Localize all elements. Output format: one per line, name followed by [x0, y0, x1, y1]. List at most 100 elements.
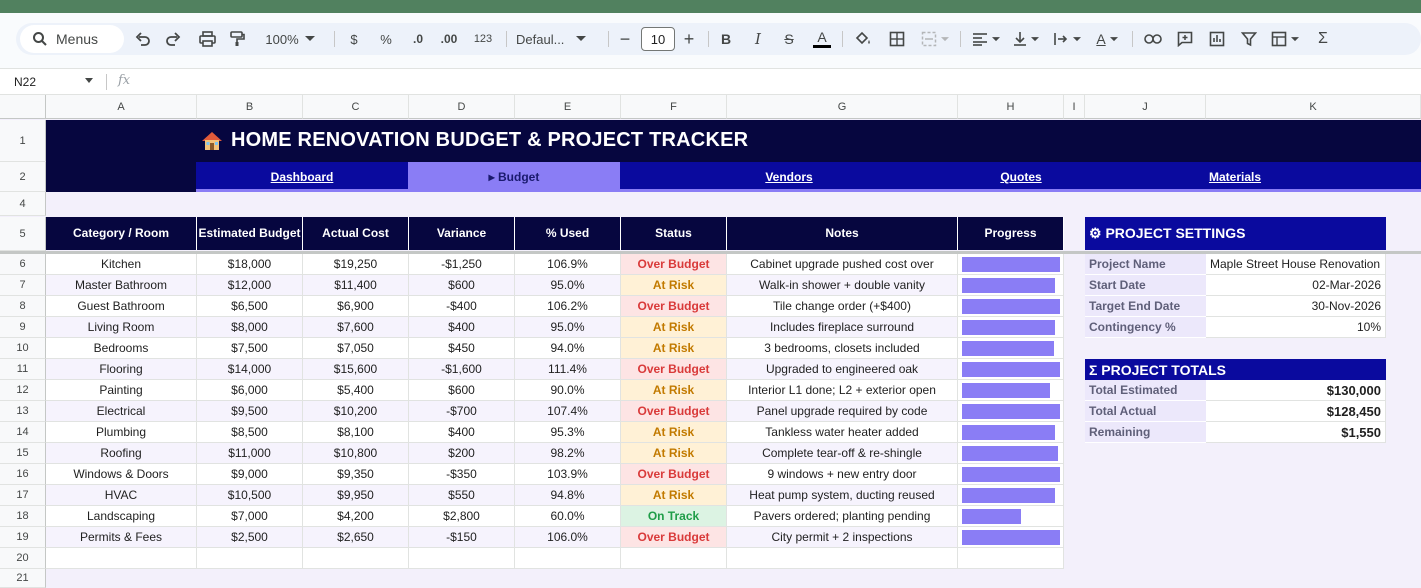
- row-header[interactable]: 14: [0, 422, 46, 443]
- nav-link-materials[interactable]: Materials: [1084, 162, 1386, 192]
- cell-notes[interactable]: 3 bedrooms, closets included: [727, 338, 958, 359]
- cell-estimated[interactable]: $14,000: [197, 359, 303, 380]
- cell-category[interactable]: Bedrooms: [46, 338, 197, 359]
- row-header[interactable]: 2: [0, 162, 46, 192]
- cell-category[interactable]: Kitchen: [46, 254, 197, 275]
- cell-notes[interactable]: Tankless water heater added: [727, 422, 958, 443]
- cell-actual[interactable]: $4,200: [303, 506, 409, 527]
- cell-estimated[interactable]: $2,500: [197, 527, 303, 548]
- currency-format-button[interactable]: $: [344, 23, 364, 55]
- cell-status[interactable]: Over Budget: [621, 401, 727, 422]
- cell-status[interactable]: At Risk: [621, 422, 727, 443]
- sheet-grid[interactable]: HOME RENOVATION BUDGET & PROJECT TRACKER…: [0, 95, 1421, 588]
- cell-actual[interactable]: $10,800: [303, 443, 409, 464]
- column-header[interactable]: D: [409, 95, 515, 119]
- cell-actual[interactable]: $2,650: [303, 527, 409, 548]
- cell-category[interactable]: Master Bathroom: [46, 275, 197, 296]
- row-header[interactable]: 1: [0, 120, 46, 162]
- cell-actual[interactable]: $9,950: [303, 485, 409, 506]
- cell-notes[interactable]: Panel upgrade required by code: [727, 401, 958, 422]
- cell-used[interactable]: 90.0%: [515, 380, 621, 401]
- cell-used[interactable]: 107.4%: [515, 401, 621, 422]
- nav-link-vendors[interactable]: Vendors: [620, 162, 958, 192]
- cell-actual[interactable]: $10,200: [303, 401, 409, 422]
- number-format-button[interactable]: 123: [470, 23, 496, 55]
- settings-value[interactable]: 10%: [1206, 317, 1386, 338]
- cell-actual[interactable]: $7,600: [303, 317, 409, 338]
- cell-actual[interactable]: $5,400: [303, 380, 409, 401]
- cell-notes[interactable]: Interior L1 done; L2 + exterior open: [727, 380, 958, 401]
- cell-estimated[interactable]: $12,000: [197, 275, 303, 296]
- cell-status[interactable]: Over Budget: [621, 527, 727, 548]
- cell-used[interactable]: 103.9%: [515, 464, 621, 485]
- cell-estimated[interactable]: $6,500: [197, 296, 303, 317]
- cell-progress[interactable]: [958, 275, 1064, 296]
- cell-used[interactable]: 95.3%: [515, 422, 621, 443]
- cell-variance[interactable]: -$400: [409, 296, 515, 317]
- decrease-decimal-button[interactable]: .0: [406, 23, 430, 55]
- cell-status[interactable]: At Risk: [621, 275, 727, 296]
- cell-estimated[interactable]: $7,000: [197, 506, 303, 527]
- cell-actual[interactable]: $8,100: [303, 422, 409, 443]
- cell-actual[interactable]: $11,400: [303, 275, 409, 296]
- cell-status[interactable]: Over Budget: [621, 359, 727, 380]
- cell-variance[interactable]: -$350: [409, 464, 515, 485]
- cell-category[interactable]: Windows & Doors: [46, 464, 197, 485]
- cell-variance[interactable]: $2,800: [409, 506, 515, 527]
- column-header[interactable]: G: [727, 95, 958, 119]
- cell-empty[interactable]: [409, 548, 515, 569]
- strikethrough-icon[interactable]: S: [778, 23, 800, 55]
- column-header[interactable]: H: [958, 95, 1064, 119]
- row-header[interactable]: 6: [0, 254, 46, 275]
- cell-empty[interactable]: [303, 548, 409, 569]
- vertical-align-icon[interactable]: [1010, 23, 1042, 55]
- cell-progress[interactable]: [958, 401, 1064, 422]
- menus-search-button[interactable]: Menus: [20, 25, 124, 53]
- cell-notes[interactable]: Cabinet upgrade pushed cost over: [727, 254, 958, 275]
- row-header[interactable]: 9: [0, 317, 46, 338]
- cell-used[interactable]: 94.8%: [515, 485, 621, 506]
- cell-status[interactable]: At Risk: [621, 485, 727, 506]
- cell-used[interactable]: 95.0%: [515, 275, 621, 296]
- row-header[interactable]: 12: [0, 380, 46, 401]
- row-header[interactable]: 4: [0, 192, 46, 216]
- cell-empty[interactable]: [621, 548, 727, 569]
- cell-progress[interactable]: [958, 443, 1064, 464]
- cell-status[interactable]: On Track: [621, 506, 727, 527]
- row-header[interactable]: 7: [0, 275, 46, 296]
- cell-category[interactable]: Flooring: [46, 359, 197, 380]
- cell-category[interactable]: Roofing: [46, 443, 197, 464]
- column-header[interactable]: C: [303, 95, 409, 119]
- bold-icon[interactable]: B: [716, 23, 736, 55]
- cell-category[interactable]: Permits & Fees: [46, 527, 197, 548]
- filter-views-icon[interactable]: [1268, 23, 1302, 55]
- settings-value[interactable]: Maple Street House Renovation: [1206, 254, 1386, 275]
- cell-empty[interactable]: [727, 548, 958, 569]
- print-icon[interactable]: [196, 23, 218, 55]
- row-header[interactable]: 16: [0, 464, 46, 485]
- cell-notes[interactable]: Walk-in shower + double vanity: [727, 275, 958, 296]
- cell-progress[interactable]: [958, 317, 1064, 338]
- horizontal-align-icon[interactable]: [970, 23, 1002, 55]
- column-header[interactable]: J: [1085, 95, 1206, 119]
- cell-notes[interactable]: Heat pump system, ducting reused: [727, 485, 958, 506]
- cell-used[interactable]: 98.2%: [515, 443, 621, 464]
- cell-category[interactable]: HVAC: [46, 485, 197, 506]
- cell-category[interactable]: Living Room: [46, 317, 197, 338]
- cell-used[interactable]: 95.0%: [515, 317, 621, 338]
- cell-progress[interactable]: [958, 485, 1064, 506]
- row-header[interactable]: 18: [0, 506, 46, 527]
- text-wrapping-icon[interactable]: [1050, 23, 1084, 55]
- nav-link-budget[interactable]: ▸ Budget: [408, 162, 620, 192]
- cell-notes[interactable]: Includes fireplace surround: [727, 317, 958, 338]
- cell-empty[interactable]: [515, 548, 621, 569]
- font-family-select[interactable]: Defaul...: [516, 23, 600, 55]
- totals-value[interactable]: $128,450: [1206, 401, 1386, 422]
- cell-category[interactable]: Landscaping: [46, 506, 197, 527]
- row-header[interactable]: 20: [0, 548, 46, 569]
- cell-category[interactable]: Electrical: [46, 401, 197, 422]
- cell-notes[interactable]: Pavers ordered; planting pending: [727, 506, 958, 527]
- cell-status[interactable]: At Risk: [621, 380, 727, 401]
- nav-link-dashboard[interactable]: Dashboard: [196, 162, 408, 192]
- fill-color-icon[interactable]: [852, 23, 874, 55]
